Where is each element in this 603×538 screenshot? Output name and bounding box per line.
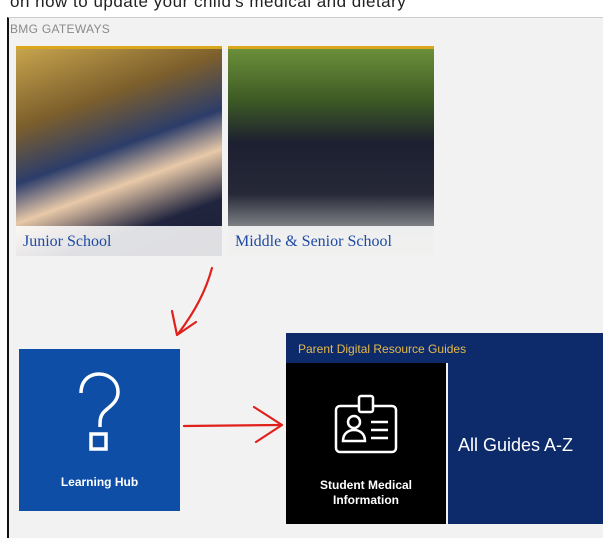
middle-senior-school-tile[interactable]: Middle & Senior School <box>228 46 434 256</box>
resource-guides-title: Parent Digital Resource Guides <box>286 333 603 363</box>
student-medical-information-label: Student Medical Information <box>319 478 412 507</box>
middle-senior-school-label: Middle & Senior School <box>228 226 434 256</box>
all-guides-a-z-tile[interactable]: All Guides A-Z <box>448 363 603 524</box>
question-mark-icon <box>79 372 120 451</box>
instruction-text-fragment: on how to update your child's medical an… <box>10 0 407 11</box>
junior-school-tile[interactable]: Junior School <box>16 46 222 256</box>
id-badge-icon <box>334 394 398 454</box>
learning-hub-tile[interactable]: Learning Hub <box>19 349 180 511</box>
junior-school-label: Junior School <box>16 226 222 256</box>
learning-hub-label: Learning Hub <box>60 475 139 489</box>
student-medical-information-tile[interactable]: Student Medical Information <box>286 363 446 524</box>
all-guides-a-z-label: All Guides A-Z <box>458 435 574 455</box>
gateways-title: BMG GATEWAYS <box>10 22 111 36</box>
